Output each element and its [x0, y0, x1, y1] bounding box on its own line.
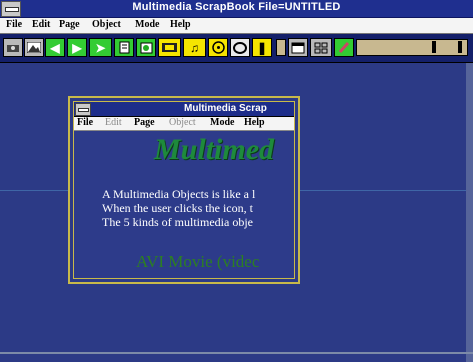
ruler-mark [458, 41, 462, 53]
arrow-jump-icon[interactable]: ➤ [89, 38, 112, 57]
title-bar[interactable]: Multimedia ScrapBook File=UNTITLED [0, 0, 473, 18]
landscape-icon[interactable] [24, 38, 44, 57]
child-menu-page[interactable]: Page [134, 117, 155, 128]
grid-icon[interactable] [310, 38, 332, 57]
child-menu-mode[interactable]: Mode [210, 117, 234, 128]
layout-icon[interactable] [288, 38, 308, 57]
arrow-right-icon[interactable]: ▶ [67, 38, 87, 57]
description-text: A Multimedia Objects is like a l When th… [102, 187, 255, 229]
child-system-menu-icon[interactable] [75, 103, 91, 116]
page-heading: Multimed [154, 133, 275, 166]
disc-icon[interactable] [208, 38, 228, 57]
status-edge [0, 352, 473, 354]
brush-icon[interactable] [334, 38, 354, 57]
avi-movie-link[interactable]: AVI Movie (videc [136, 252, 259, 272]
speaker-icon[interactable]: ♫ [183, 38, 206, 57]
child-menu-edit[interactable]: Edit [105, 117, 122, 128]
page-ruler[interactable] [356, 39, 468, 56]
child-menu-object[interactable]: Object [169, 117, 196, 128]
child-window-inner: Multimedia Scrap File Edit Page Object M… [73, 101, 295, 279]
window-title: Multimedia ScrapBook File=UNTITLED [132, 1, 341, 13]
menu-edit[interactable]: Edit [32, 19, 50, 30]
menu-help[interactable]: Help [170, 19, 191, 30]
record-icon[interactable] [230, 38, 250, 57]
child-window[interactable]: Multimedia Scrap File Edit Page Object M… [68, 96, 300, 284]
child-menu-help[interactable]: Help [244, 117, 265, 128]
document-icon[interactable] [114, 38, 134, 57]
menu-file[interactable]: File [6, 19, 22, 30]
camera-icon[interactable] [3, 38, 23, 57]
menu-object[interactable]: Object [92, 19, 121, 30]
separator-slot [276, 39, 286, 56]
toolbar: ◀ ▶ ➤ ♫ ❚ [0, 34, 473, 63]
child-title-bar[interactable]: Multimedia Scrap [74, 102, 294, 117]
menu-bar: File Edit Page Object Mode Help [0, 18, 473, 34]
main-window: Multimedia ScrapBook File=UNTITLED File … [0, 0, 473, 362]
child-menu-bar: File Edit Page Object Mode Help [74, 117, 294, 131]
scroll-edge[interactable] [466, 63, 473, 362]
child-window-title: Multimedia Scrap [184, 103, 267, 114]
image-icon[interactable] [136, 38, 156, 57]
menu-mode[interactable]: Mode [135, 19, 159, 30]
film-icon[interactable] [158, 38, 181, 57]
play-pause-icon[interactable]: ❚ [252, 38, 272, 57]
menu-page[interactable]: Page [59, 19, 80, 30]
child-menu-file[interactable]: File [77, 117, 93, 128]
ruler-mark [432, 41, 436, 53]
description-line: A Multimedia Objects is like a l [102, 187, 256, 201]
description-line: When the user clicks the icon, t [102, 201, 253, 215]
description-line: The 5 kinds of multimedia obje [102, 215, 253, 229]
arrow-left-icon[interactable]: ◀ [45, 38, 65, 57]
